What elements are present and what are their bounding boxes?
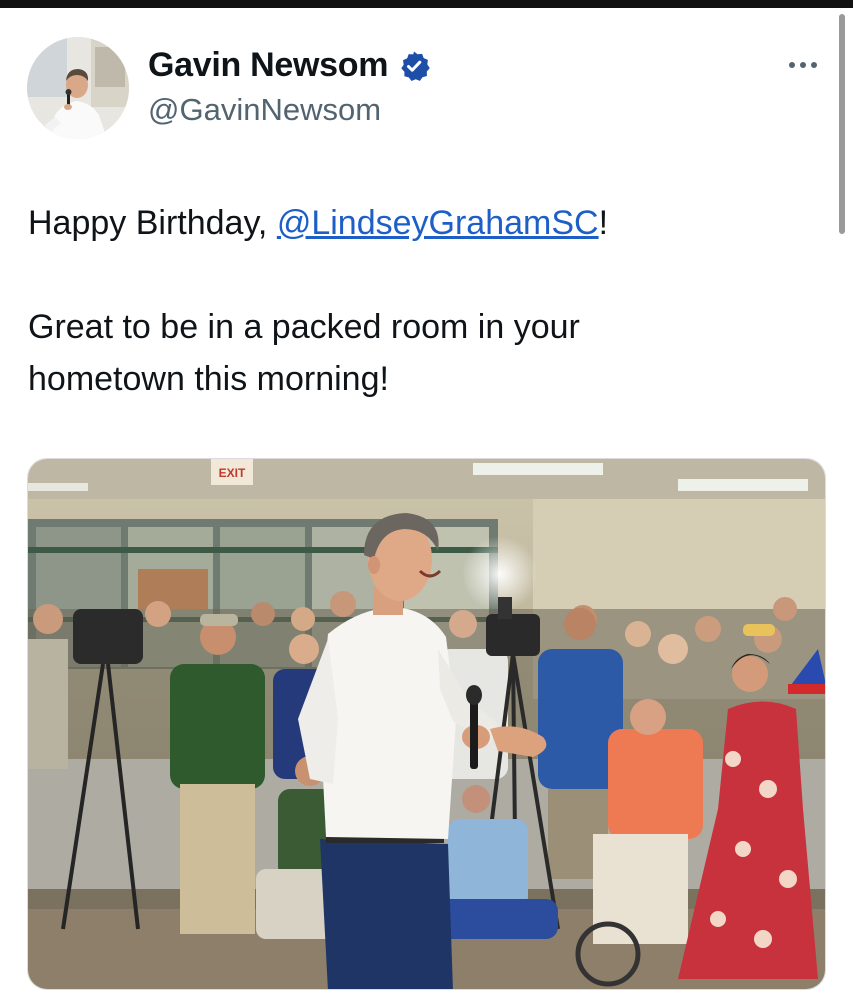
display-name[interactable]: Gavin Newsom	[148, 46, 388, 85]
more-options-button[interactable]	[783, 50, 823, 80]
avatar[interactable]	[27, 37, 129, 139]
mention-link[interactable]: @LindseyGrahamSC	[277, 204, 599, 242]
scrollbar[interactable]	[839, 14, 845, 234]
author-name-row: Gavin Newsom	[148, 46, 430, 85]
more-dot	[811, 62, 817, 68]
tweet-text-suffix: !	[598, 204, 609, 242]
more-dot	[800, 62, 806, 68]
exit-sign-text: EXIT	[219, 466, 246, 480]
tweet-line-birthday: Happy Birthday, @LindseyGrahamSC!	[28, 197, 808, 249]
tweet-page: Gavin Newsom @GavinNewsom Happy Birthday…	[0, 0, 853, 1000]
tweet-text: Happy Birthday, @LindseyGrahamSC! Great …	[28, 197, 808, 405]
event-photo: EXIT	[28, 459, 825, 989]
tweet-photo[interactable]: EXIT	[27, 458, 826, 990]
top-status-strip	[0, 0, 853, 8]
profile-photo	[27, 37, 129, 139]
tweet-text-prefix: Happy Birthday,	[28, 204, 277, 242]
tweet-line-room-a: Great to be in a packed room in your	[28, 308, 580, 346]
more-horizontal-icon	[789, 62, 795, 68]
tweet-line-room-b: hometown this morning!	[28, 360, 389, 398]
verified-badge-icon	[401, 51, 430, 81]
author-handle[interactable]: @GavinNewsom	[148, 92, 381, 128]
